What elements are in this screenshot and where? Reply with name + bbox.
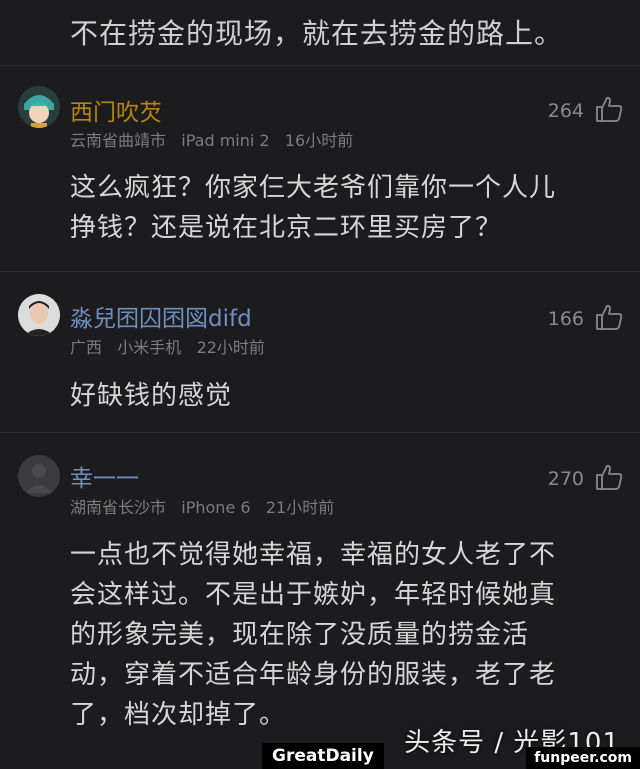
- device: iPhone 6: [181, 498, 251, 517]
- comment-line: 动，穿着不适合年龄身份的服装，老了老: [70, 660, 557, 690]
- like-count: 264: [547, 100, 584, 122]
- comment-meta: 广西 小米手机 22小时前: [70, 334, 265, 358]
- location: 湖南省长沙市: [70, 498, 167, 517]
- device: iPad mini 2: [181, 131, 270, 150]
- thumbs-up-icon[interactable]: [594, 462, 624, 492]
- funpeer-badge: funpeer.com: [526, 747, 640, 769]
- comment-body: 一点也不觉得她幸福，幸福的女人老了不 会这样过。不是出于嫉妒，年轻时候她真 的形…: [70, 535, 630, 735]
- timestamp: 16小时前: [284, 131, 354, 150]
- comment-line: 一点也不觉得她幸福，幸福的女人老了不: [70, 540, 557, 570]
- location: 广西: [70, 338, 103, 357]
- comment-meta: 湖南省长沙市 iPhone 6 21小时前: [70, 494, 334, 518]
- username[interactable]: 淼兒囨囚囨図difd: [70, 299, 252, 333]
- timestamp: 21小时前: [265, 498, 335, 517]
- device: 小米手机: [117, 338, 182, 357]
- like-count: 166: [547, 308, 584, 330]
- anime-avatar-icon[interactable]: [18, 86, 60, 128]
- person-avatar-icon[interactable]: [18, 294, 60, 336]
- username[interactable]: 西门吹芡: [70, 93, 162, 127]
- default-avatar-icon[interactable]: [18, 455, 60, 497]
- comment-meta: 云南省曲靖市 iPad mini 2 16小时前: [70, 127, 353, 151]
- comment-item: 幸一一 湖南省长沙市 iPhone 6 21小时前 270 一点也不觉得她幸福，…: [0, 433, 640, 769]
- comment-body: 好缺钱的感觉: [70, 376, 630, 416]
- thumbs-up-icon[interactable]: [594, 302, 624, 332]
- intro-text: 不在捞金的现场，就在去捞金的路上。: [70, 17, 564, 50]
- comment-line: 这么疯狂？你家仨大老爷们靠你一个人儿: [70, 173, 557, 203]
- comment-body: 这么疯狂？你家仨大老爷们靠你一个人儿 挣钱？还是说在北京二环里买房了？: [70, 168, 630, 248]
- comment-line: 挣钱？还是说在北京二环里买房了？: [70, 213, 503, 243]
- thumbs-up-icon[interactable]: [594, 94, 624, 124]
- username[interactable]: 幸一一: [70, 459, 139, 493]
- comment-item: 淼兒囨囚囨図difd 广西 小米手机 22小时前 166 好缺钱的感觉: [0, 272, 640, 432]
- comment-item: 西门吹芡 云南省曲靖市 iPad mini 2 16小时前 264 这么疯狂？你…: [0, 66, 640, 271]
- comment-line: 好缺钱的感觉: [70, 381, 233, 411]
- comment-line: 会这样过。不是出于嫉妒，年轻时候她真: [70, 580, 557, 610]
- location: 云南省曲靖市: [70, 131, 167, 150]
- like-count: 270: [547, 468, 584, 490]
- greatdaily-badge: GreatDaily: [262, 743, 384, 769]
- timestamp: 22小时前: [196, 338, 265, 357]
- comment-line: 的形象完美，现在除了没质量的捞金活: [70, 620, 530, 650]
